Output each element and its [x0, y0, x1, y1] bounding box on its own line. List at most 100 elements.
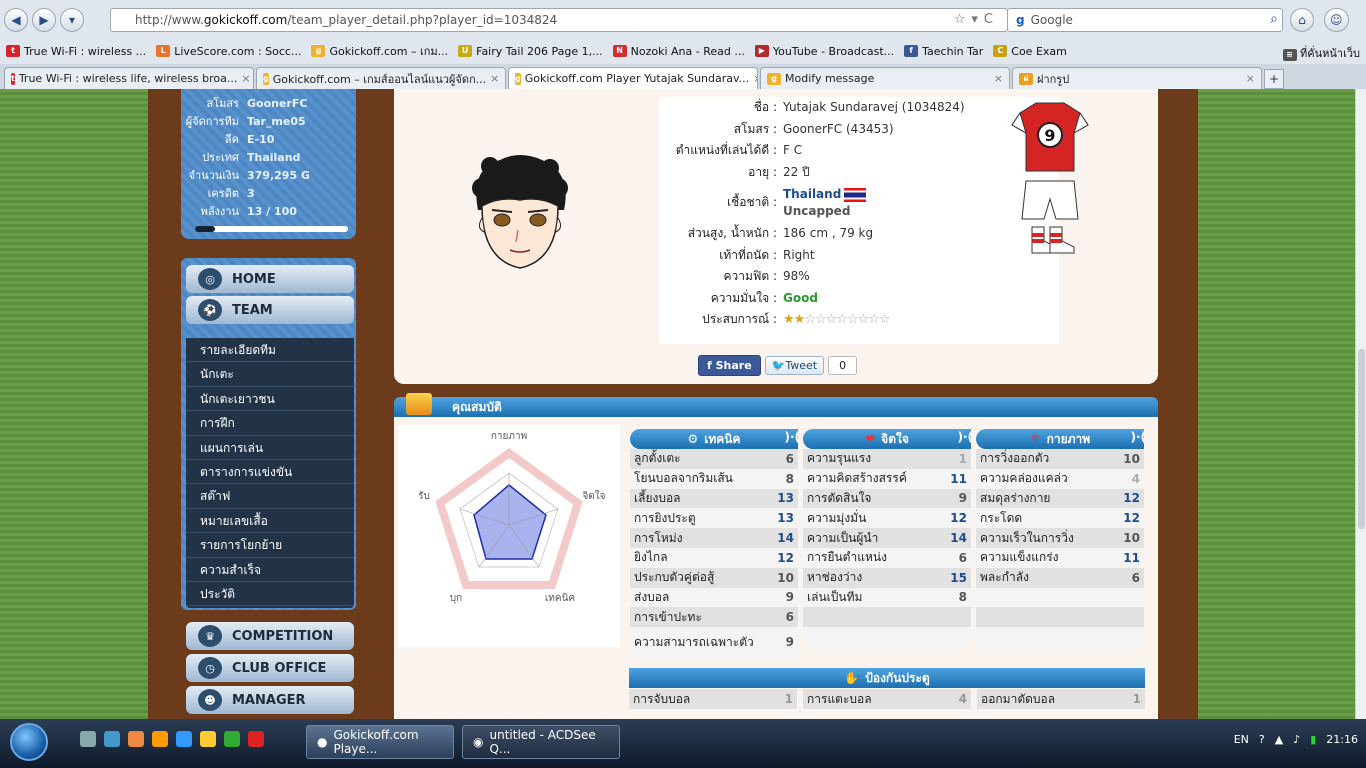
team-menu-item[interactable]: ตารางการแข่งขัน	[186, 460, 354, 485]
team-menu-item[interactable]: นักเตะ	[186, 362, 354, 387]
team-menu-item[interactable]: ประวัติ	[186, 582, 354, 607]
attribute-value: 9	[770, 587, 798, 608]
close-icon[interactable]: ×	[994, 72, 1003, 85]
attribute-row	[803, 627, 971, 647]
tab-fakroop[interactable]: ฝฝากรูป ×	[1012, 67, 1262, 89]
close-icon[interactable]: ×	[241, 72, 250, 85]
desktop-icon[interactable]	[80, 731, 96, 747]
help-icon[interactable]: ?	[1259, 733, 1265, 746]
network-icon[interactable]: ▮	[1310, 733, 1316, 746]
utorrent-icon[interactable]	[224, 731, 240, 747]
attribute-value: 1	[784, 692, 793, 706]
greasemonkey-icon[interactable]: ☺	[1324, 8, 1349, 32]
attribute-row: ความสามารถเฉพาะตัว 9	[630, 627, 798, 658]
star-icon: ☆	[878, 312, 891, 327]
bookmark-item[interactable]: C Coe Exam	[993, 45, 1067, 58]
tab-gokickoff[interactable]: g Gokickoff.com – เกมส์ออนไลน์แนวผู้จัดก.…	[256, 67, 506, 89]
bookmarks-menu[interactable]: ≡ ที่คั่นหน้าเว็บ	[1282, 44, 1360, 62]
nationality-link[interactable]: Thailand	[783, 187, 841, 201]
attributes-header: คุณสมบัติ	[394, 393, 1158, 417]
attribute-value: 9	[939, 488, 971, 509]
nationality-value: Thailand Uncapped	[783, 186, 867, 220]
back-button[interactable]: ◀	[4, 8, 28, 32]
team-menu-item[interactable]: สต๊าฟ	[186, 484, 354, 509]
attribute-row: ความเป็นผู้นำ 14	[803, 528, 971, 548]
gokickoff-icon: g	[311, 45, 326, 57]
tweet-button[interactable]: 🐦Tweet	[764, 355, 825, 375]
page-scrollbar[interactable]	[1355, 89, 1366, 719]
team-menu-item[interactable]: รายการโยกย้าย	[186, 533, 354, 558]
taskbar-acdsee-window[interactable]: ◉ untitled - ACDSee Q...	[462, 725, 620, 759]
team-button[interactable]: ⚽ TEAM	[186, 296, 354, 324]
fairytail-icon: U	[458, 45, 473, 57]
tab-truewifi[interactable]: t True Wi-Fi : wireless life, wireless br…	[4, 67, 254, 89]
attribute-empty-cell	[976, 627, 1112, 647]
home-icon[interactable]: ⌂	[1290, 8, 1314, 32]
browser-chrome: ◀ ▶ ▾ http://www. gokickoff.com/team_play…	[0, 0, 1366, 89]
user-info-value: 379,295 G	[247, 169, 310, 182]
close-icon[interactable]: ×	[490, 72, 499, 85]
acrobat-icon[interactable]	[248, 731, 264, 747]
manager-button[interactable]: ☻ MANAGER	[186, 686, 354, 714]
user-info-row: จำนวนเงิน 379,295 G	[185, 167, 352, 185]
bookmark-item[interactable]: f Taechin Tar	[904, 45, 983, 58]
thailand-flag-icon	[844, 187, 867, 202]
tray-expand-icon[interactable]: ▲	[1275, 733, 1283, 746]
attribute-value: 12	[939, 508, 971, 529]
player-info-row: ความฟิต : 98%	[659, 266, 1059, 288]
player-info-value: Right	[783, 247, 815, 262]
bookmarks-bar: t True Wi-Fi : wireless ... L LiveScore.co…	[0, 40, 1366, 62]
bookmark-item[interactable]: g Gokickoff.com – เกม...	[311, 42, 448, 60]
addon-dropdown-button[interactable]: ▾	[60, 8, 84, 32]
competition-button[interactable]: ♛ COMPETITION	[186, 622, 354, 650]
club-office-button[interactable]: ◷ CLUB OFFICE	[186, 654, 354, 682]
clock[interactable]: 21:16	[1326, 733, 1358, 746]
player-info-row: สโมสร : GoonerFC (43453)	[659, 119, 1059, 141]
team-menu-item[interactable]: หมายเลขเสื้อ	[186, 509, 354, 534]
close-icon[interactable]: ×	[753, 72, 757, 85]
search-input[interactable]: g Google ⌕	[1007, 8, 1283, 32]
media-icon[interactable]	[152, 731, 168, 747]
team-menu-item[interactable]: นักเตะเยาวชน	[186, 387, 354, 412]
bookmark-item[interactable]: t True Wi-Fi : wireless ...	[6, 45, 146, 58]
new-tab-button[interactable]: +	[1264, 69, 1284, 89]
firefox-icon: ●	[317, 735, 328, 749]
team-menu-item[interactable]: การฝึก	[186, 411, 354, 436]
attribute-row	[803, 607, 971, 628]
home-button[interactable]: ◎ HOME	[186, 265, 354, 293]
start-button[interactable]	[10, 723, 48, 761]
star-icon: ★	[783, 312, 795, 327]
bookmark-star-icon[interactable]: ☆▾C	[954, 12, 999, 27]
tab-modify-message[interactable]: g Modify message ×	[760, 67, 1010, 89]
attributes-icon	[406, 393, 432, 415]
team-menu-item[interactable]: แผนการเล่น	[186, 436, 354, 460]
gokickoff-icon: g	[767, 72, 781, 85]
bookmark-item[interactable]: ▶ YouTube - Broadcast...	[754, 45, 894, 58]
bookmark-item[interactable]: L LiveScore.com : Socc...	[156, 45, 301, 58]
tab-player[interactable]: g Gokickoff.com Player Yutajak Sundarav..…	[508, 67, 758, 89]
team-menu-item[interactable]: ความสำเร็จ	[186, 558, 354, 582]
url-path: /team_player_detail.php?player_id=103482…	[287, 13, 558, 27]
team-menu-item[interactable]: รายละเอียดทีม	[186, 338, 354, 363]
explorer-icon[interactable]	[104, 731, 120, 747]
goalkeeping-cell: ออกมาตัดบอล 1	[977, 689, 1145, 709]
physical-table: การวิ่งออกตัว 10 ความคล่องแคล่ว 4 สมดุลร่างก…	[976, 449, 1144, 647]
star-icon: ☆	[836, 312, 848, 327]
search-icon[interactable]: ⌕	[1270, 11, 1278, 27]
bookmark-item[interactable]: U Fairy Tail 206 Page 1,...	[458, 45, 603, 58]
taskbar-firefox-window[interactable]: ● Gokickoff.com Playe...	[306, 725, 454, 759]
facebook-share-button[interactable]: f Share	[698, 354, 761, 376]
attribute-name: ความมุ่งมั่น	[803, 508, 940, 529]
attribute-value: 10	[770, 567, 798, 588]
gokickoff-icon[interactable]	[200, 731, 216, 747]
scrollbar-thumb[interactable]	[1358, 349, 1365, 529]
bookmark-item[interactable]: N Nozoki Ana - Read ...	[612, 45, 745, 58]
volume-icon[interactable]: ♪	[1293, 733, 1300, 746]
close-icon[interactable]: ×	[1246, 72, 1255, 85]
url-bar[interactable]: http://www. gokickoff.com/team_player_det…	[110, 8, 1008, 32]
language-indicator[interactable]: EN	[1234, 733, 1249, 746]
chrome-icon[interactable]	[128, 731, 144, 747]
skype-icon[interactable]	[176, 731, 192, 747]
technical-table: ลูกตั้งเตะ 6 โยนบอลจากริมเส้น 8 เลี้ยงบอล 13 ก…	[630, 449, 798, 658]
forward-button[interactable]: ▶	[32, 8, 56, 32]
